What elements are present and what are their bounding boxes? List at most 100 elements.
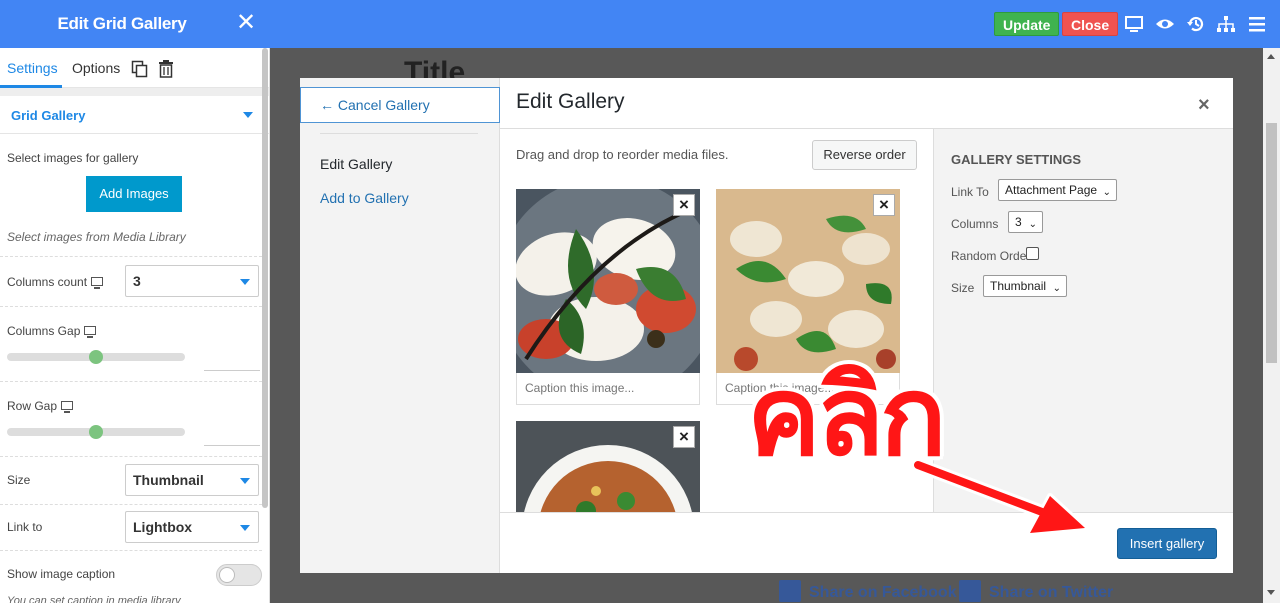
share-twitter: Share on Twitter xyxy=(959,580,1114,604)
columns-gap-input[interactable] xyxy=(204,370,260,371)
share-twitter-label: Share on Twitter xyxy=(989,584,1114,602)
page-scrollbar[interactable] xyxy=(1263,48,1280,603)
columns-gap-label: Columns Gap xyxy=(7,324,97,339)
menu-edit-gallery[interactable]: Edit Gallery xyxy=(320,156,392,172)
size-select[interactable]: Thumbnail ⌄ xyxy=(983,275,1067,297)
link-to-select[interactable]: Lightbox xyxy=(125,511,259,543)
divider xyxy=(0,504,262,505)
size-select[interactable]: Thumbnail xyxy=(125,464,259,496)
row-gap-label: Row Gap xyxy=(7,399,74,414)
share-facebook-label: Share on Facebook xyxy=(809,584,957,602)
sitemap-icon[interactable] xyxy=(1216,14,1236,34)
columns-select[interactable]: 3 ⌄ xyxy=(1008,211,1043,233)
caret-down-icon xyxy=(240,279,250,285)
add-images-button[interactable]: Add Images xyxy=(86,176,182,212)
cancel-gallery-link[interactable]: ← Cancel Gallery xyxy=(300,87,500,123)
slider-handle[interactable] xyxy=(89,350,103,364)
divider xyxy=(0,306,262,307)
click-annotation: คลิก xyxy=(747,355,947,478)
panel-tabs: Settings Options xyxy=(0,48,269,88)
chevron-down-icon: ⌄ xyxy=(1102,187,1111,198)
noodle-bowl-image[interactable]: × xyxy=(516,421,700,512)
remove-image-icon[interactable]: × xyxy=(673,426,695,448)
caret-down-icon xyxy=(243,112,253,118)
columns-count-label: Columns count xyxy=(7,275,104,290)
divider xyxy=(0,381,262,382)
row-gap-slider[interactable] xyxy=(7,425,185,439)
gallery-settings-panel: GALLERY SETTINGS Link To Attachment Page… xyxy=(933,129,1233,512)
show-caption-label: Show image caption xyxy=(7,567,116,581)
close-button[interactable]: Close xyxy=(1062,12,1119,36)
chevron-down-icon: ⌄ xyxy=(1052,283,1061,294)
panel-scrollbar[interactable] xyxy=(262,48,268,508)
twitter-icon xyxy=(959,580,981,602)
row-gap-input[interactable] xyxy=(204,445,260,446)
mushroom-pizza-image[interactable]: × xyxy=(716,189,900,373)
monitor-icon xyxy=(84,326,97,339)
size-label: Size xyxy=(7,473,31,487)
menu-add-to-gallery[interactable]: Add to Gallery xyxy=(320,190,409,206)
columns-count-text: Columns count xyxy=(7,275,88,289)
insert-gallery-button[interactable]: Insert gallery xyxy=(1117,528,1217,559)
modal-close-icon[interactable]: × xyxy=(1198,94,1210,117)
columns-gap-text: Columns Gap xyxy=(7,324,81,338)
size-value: Thumbnail xyxy=(133,472,204,488)
panel-title: Edit Grid Gallery xyxy=(57,14,187,33)
gallery-thumbnail[interactable]: × xyxy=(516,421,700,512)
link-to-value: Attachment Page xyxy=(1005,183,1098,197)
caption-field[interactable]: Caption this image... xyxy=(516,373,700,405)
update-button[interactable]: Update xyxy=(994,12,1060,36)
random-order-label: Random Order xyxy=(951,249,1031,263)
desktop-icon[interactable] xyxy=(1124,14,1144,34)
scroll-up-icon[interactable] xyxy=(1267,54,1275,59)
size-label: Size xyxy=(951,281,975,295)
divider xyxy=(0,456,262,457)
columns-gap-slider[interactable] xyxy=(7,350,185,364)
divider xyxy=(0,256,262,257)
select-images-label: Select images for gallery xyxy=(7,151,139,165)
facebook-icon xyxy=(779,580,801,602)
modal-footer: Insert gallery xyxy=(500,512,1233,573)
settings-panel: Settings Options Grid Gallery Select ima… xyxy=(0,48,270,603)
link-to-select[interactable]: Attachment Page ⌄ xyxy=(998,179,1117,201)
tab-options[interactable]: Options xyxy=(72,60,120,76)
remove-image-icon[interactable]: × xyxy=(873,194,895,216)
monitor-icon xyxy=(61,401,74,414)
remove-image-icon[interactable]: × xyxy=(673,194,695,216)
scroll-thumb[interactable] xyxy=(1266,123,1277,363)
section-title: Grid Gallery xyxy=(11,108,86,123)
caprese-salad-image[interactable]: × xyxy=(516,189,700,373)
slider-handle[interactable] xyxy=(89,425,103,439)
reverse-order-button[interactable]: Reverse order xyxy=(812,140,917,170)
tab-settings[interactable]: Settings xyxy=(7,60,58,76)
modal-title: Edit Gallery xyxy=(516,90,625,113)
menu-separator xyxy=(320,133,478,134)
gallery-settings-heading: GALLERY SETTINGS xyxy=(951,152,1082,167)
menu-icon[interactable] xyxy=(1247,14,1267,34)
scroll-down-icon[interactable] xyxy=(1267,590,1275,595)
chevron-down-icon: ⌄ xyxy=(1028,219,1037,230)
caret-down-icon xyxy=(240,525,250,531)
panel-close-icon[interactable]: ✕ xyxy=(236,10,256,36)
divider xyxy=(0,550,262,551)
section-grid-gallery[interactable]: Grid Gallery xyxy=(0,96,269,134)
columns-count-select[interactable]: 3 xyxy=(125,265,259,297)
eye-icon[interactable] xyxy=(1155,14,1175,34)
history-icon[interactable] xyxy=(1186,14,1206,34)
caret-down-icon xyxy=(240,478,250,484)
show-caption-toggle[interactable] xyxy=(216,564,262,586)
link-to-label: Link To xyxy=(951,185,989,199)
columns-count-value: 3 xyxy=(133,273,141,289)
gallery-thumbnail[interactable]: × Caption this image... xyxy=(516,189,700,405)
caption-note: You can set caption in media library xyxy=(7,595,181,603)
row-gap-text: Row Gap xyxy=(7,399,58,413)
active-tab-indicator xyxy=(0,85,62,88)
reorder-instructions: Drag and drop to reorder media files. xyxy=(516,147,729,162)
share-facebook: Share on Facebook xyxy=(779,580,957,604)
panel-header: Edit Grid Gallery ✕ xyxy=(0,0,270,48)
edit-gallery-modal: ← Cancel Gallery Edit Gallery Add to Gal… xyxy=(300,78,1233,573)
trash-icon[interactable] xyxy=(158,60,174,78)
duplicate-icon[interactable] xyxy=(131,60,149,78)
random-order-checkbox[interactable] xyxy=(1026,247,1039,260)
link-to-label: Link to xyxy=(7,520,43,534)
